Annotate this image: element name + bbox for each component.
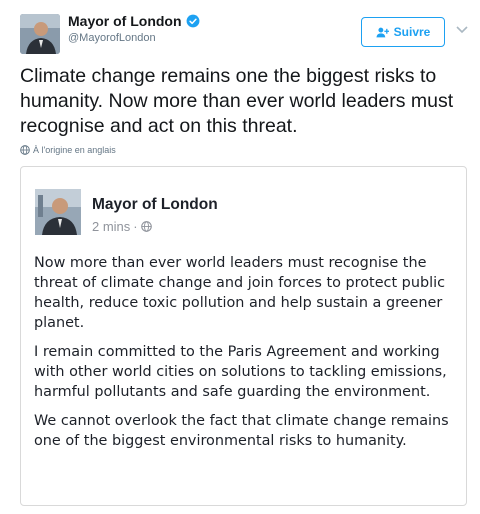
post-paragraph: Now more than ever world leaders must re…	[34, 255, 445, 331]
post-time[interactable]: 2 mins	[92, 219, 130, 234]
chevron-down-icon[interactable]	[456, 26, 468, 34]
add-user-icon	[376, 27, 389, 37]
follow-button[interactable]: Suivre	[361, 17, 445, 47]
follow-button-label: Suivre	[393, 25, 431, 39]
meta-separator: ·	[133, 219, 138, 234]
post-paragraph: I remain committed to the Paris Agreemen…	[34, 344, 447, 400]
translation-note[interactable]: À l'origine en anglais	[20, 145, 116, 155]
display-name[interactable]: Mayor of London	[68, 13, 182, 29]
translation-note-label: À l'origine en anglais	[33, 145, 116, 155]
tweet-text: Climate change remains one the biggest r…	[20, 65, 454, 137]
post-author-avatar[interactable]	[35, 189, 81, 235]
post-paragraph: We cannot overlook the fact that climate…	[34, 413, 449, 449]
post-body: Now more than ever world leaders must re…	[34, 253, 459, 460]
post-author-name[interactable]: Mayor of London	[92, 196, 218, 214]
user-handle[interactable]: @MayorofLondon	[68, 32, 156, 44]
globe-icon	[140, 221, 152, 232]
verified-badge-icon	[186, 14, 199, 28]
globe-icon	[20, 145, 30, 155]
profile-avatar[interactable]	[20, 14, 60, 54]
post-meta: 2 mins ·	[92, 219, 152, 234]
author-name-row: Mayor of London	[68, 13, 200, 29]
embedded-post-card[interactable]: Mayor of London 2 mins · Now more than e…	[20, 166, 467, 506]
